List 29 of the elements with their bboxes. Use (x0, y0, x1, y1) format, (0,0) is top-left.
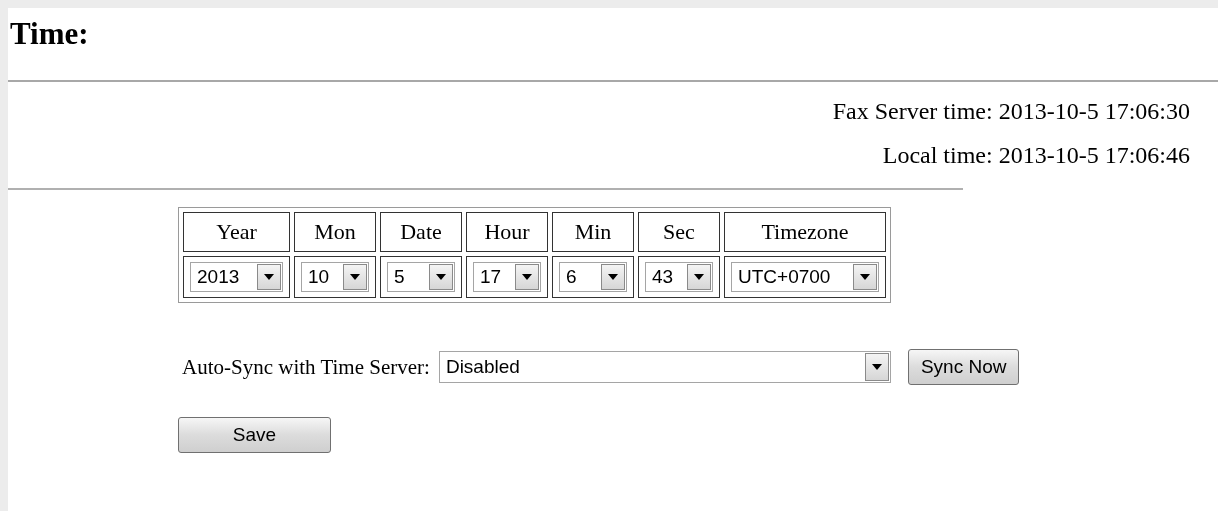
caret-icon (350, 274, 360, 280)
caret-icon (694, 274, 704, 280)
dropdown[interactable]: 10 (301, 262, 369, 292)
dropdown[interactable]: 2013 (190, 262, 283, 292)
dropdown[interactable]: 43 (645, 262, 713, 292)
column-header: Hour (466, 212, 548, 252)
caret-icon (436, 274, 446, 280)
dropdown[interactable]: Disabled (438, 351, 891, 383)
dropdown[interactable]: 5 (387, 262, 455, 292)
sync-now-button[interactable]: Sync Now (907, 349, 1020, 385)
field-label: Auto-Sync with Time Server: (182, 354, 430, 380)
column-header: Sec (638, 212, 720, 252)
clock-text: Local time: 2013-10-5 17:06:46 (882, 141, 1190, 170)
caret-icon (871, 364, 882, 370)
column-header: Timezone (724, 212, 886, 252)
page-title: Time: (9, 15, 90, 53)
caret-icon (860, 274, 870, 280)
column-header: Mon (294, 212, 376, 252)
dropdown[interactable]: 6 (559, 262, 627, 292)
column-header: Date (380, 212, 462, 252)
clock-text: Fax Server time: 2013-10-5 17:06:30 (832, 97, 1190, 126)
dropdown[interactable]: UTC+0700 (731, 262, 879, 292)
save-button[interactable]: Save (178, 417, 331, 453)
caret-icon (608, 274, 618, 280)
column-header: Min (552, 212, 634, 252)
caret-icon (522, 274, 532, 280)
column-header: Year (183, 212, 290, 252)
caret-icon (264, 274, 274, 280)
dropdown[interactable]: 17 (473, 262, 541, 292)
